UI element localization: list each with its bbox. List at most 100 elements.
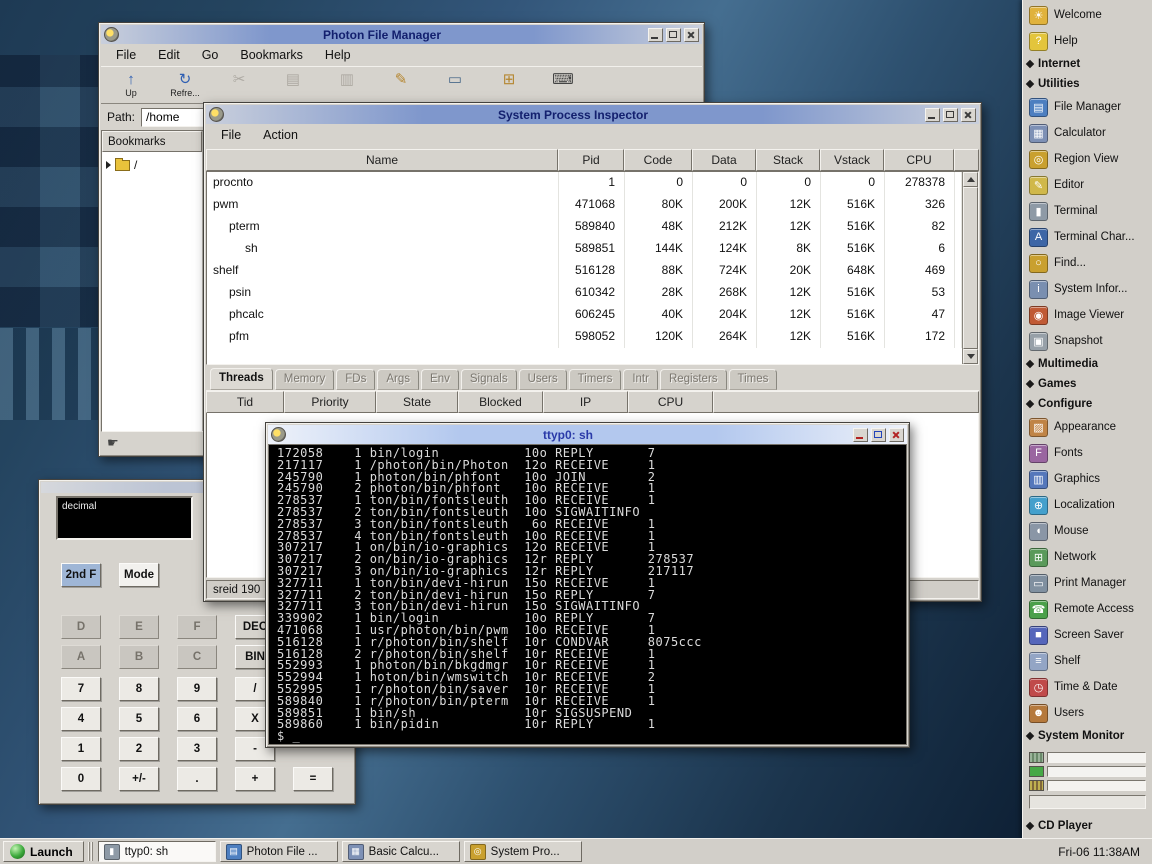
tab-memory[interactable]: Memory xyxy=(275,369,335,390)
cut-button[interactable]: ✂ xyxy=(217,68,261,102)
maximize-button[interactable] xyxy=(871,428,886,442)
calc-button-f[interactable]: F xyxy=(177,615,217,639)
calc-button-4[interactable]: 4 xyxy=(61,707,101,731)
up-button[interactable]: ↑Up xyxy=(109,68,153,102)
thread-column-header-priority[interactable]: Priority xyxy=(284,391,376,413)
refresh-button[interactable]: ↻Refre... xyxy=(163,68,207,102)
shelf-item-graphics[interactable]: ▥Graphics xyxy=(1023,466,1152,492)
menu-bookmarks[interactable]: Bookmarks xyxy=(229,46,314,64)
menu-file[interactable]: File xyxy=(105,46,147,64)
window-menu-icon[interactable] xyxy=(209,107,224,122)
menu-go[interactable]: Go xyxy=(191,46,230,64)
tab-intr[interactable]: Intr xyxy=(623,369,658,390)
shelf-item-screen-saver[interactable]: ■Screen Saver xyxy=(1023,622,1152,648)
tab-times[interactable]: Times xyxy=(729,369,778,390)
new-folder-button[interactable]: ⊞ xyxy=(487,68,531,102)
scrollbar-track[interactable] xyxy=(963,187,978,349)
process-row[interactable]: phcalc60624540K204K12K516K47 xyxy=(207,304,962,326)
task-button-system-pro[interactable]: ◎System Pro... xyxy=(464,841,582,862)
shelf-item-print-manager[interactable]: ▭Print Manager xyxy=(1023,570,1152,596)
calc-button-b[interactable]: B xyxy=(119,645,159,669)
process-row[interactable]: sh589851144K124K8K516K6 xyxy=(207,238,962,260)
process-row[interactable]: procnto10000278378 xyxy=(207,172,962,194)
tab-env[interactable]: Env xyxy=(421,369,459,390)
paste-button[interactable]: ▥ xyxy=(325,68,369,102)
thread-column-header-cpu[interactable]: CPU xyxy=(628,391,713,413)
shelf-section-games[interactable]: Games xyxy=(1023,374,1152,394)
calc-button-[interactable]: = xyxy=(293,767,333,791)
minimize-button[interactable] xyxy=(853,428,868,442)
shelf-item-system-infor[interactable]: iSystem Infor... xyxy=(1023,276,1152,302)
launch-button[interactable]: Launch xyxy=(3,841,84,862)
shelf-item-file-manager[interactable]: ▤File Manager xyxy=(1023,94,1152,120)
calc-button-e[interactable]: E xyxy=(119,615,159,639)
shelf-item-appearance[interactable]: ▨Appearance xyxy=(1023,414,1152,440)
tab-signals[interactable]: Signals xyxy=(461,369,517,390)
column-header-code[interactable]: Code xyxy=(624,149,692,171)
calc-button-1[interactable]: 1 xyxy=(61,737,101,761)
shelf-item-snapshot[interactable]: ▣Snapshot xyxy=(1023,328,1152,354)
window-menu-icon[interactable] xyxy=(271,427,286,442)
menu-edit[interactable]: Edit xyxy=(147,46,191,64)
shelf-item-shelf[interactable]: ≡Shelf xyxy=(1023,648,1152,674)
shelf-section-internet[interactable]: Internet xyxy=(1023,54,1152,74)
calc-button-5[interactable]: 5 xyxy=(119,707,159,731)
calc-button-[interactable]: + xyxy=(235,767,275,791)
shelf-item-time-date[interactable]: ◷Time & Date xyxy=(1023,674,1152,700)
process-row[interactable]: pterm58984048K212K12K516K82 xyxy=(207,216,962,238)
expander-icon[interactable] xyxy=(106,161,111,169)
thread-column-header-tid[interactable]: Tid xyxy=(206,391,284,413)
shelf-item-editor[interactable]: ✎Editor xyxy=(1023,172,1152,198)
shelf-section-cd-player[interactable]: CD Player xyxy=(1023,816,1152,836)
terminal-content[interactable]: 172058 1 bin/login 10o REPLY 7 217117 1 … xyxy=(268,444,907,745)
column-header-vstack[interactable]: Vstack xyxy=(820,149,884,171)
tab-users[interactable]: Users xyxy=(519,369,567,390)
column-header-stack[interactable]: Stack xyxy=(756,149,820,171)
shelf-item-find[interactable]: ○Find... xyxy=(1023,250,1152,276)
system-monitor-widget[interactable] xyxy=(1027,748,1148,814)
process-inspector-titlebar[interactable]: System Process Inspector xyxy=(206,105,979,124)
shelf-item-remote-access[interactable]: ☎Remote Access xyxy=(1023,596,1152,622)
shelf-item-calculator[interactable]: ▦Calculator xyxy=(1023,120,1152,146)
tab-threads[interactable]: Threads xyxy=(210,368,273,390)
thread-column-header-ip[interactable]: IP xyxy=(543,391,628,413)
maximize-button[interactable] xyxy=(943,108,958,122)
tab-fds[interactable]: FDs xyxy=(336,369,375,390)
shelf-item-terminal-char[interactable]: ATerminal Char... xyxy=(1023,224,1152,250)
scroll-down-button[interactable] xyxy=(963,349,978,364)
calc-button-7[interactable]: 7 xyxy=(61,677,101,701)
tab-registers[interactable]: Registers xyxy=(660,369,727,390)
process-row[interactable]: shelf51612888K724K20K648K469 xyxy=(207,260,962,282)
scrollbar-thumb[interactable] xyxy=(963,187,978,349)
maximize-button[interactable] xyxy=(666,28,681,42)
terminal-titlebar[interactable]: ttyp0: sh xyxy=(268,425,907,444)
shelf-item-localization[interactable]: ⊕Localization xyxy=(1023,492,1152,518)
calc-button-d[interactable]: D xyxy=(61,615,101,639)
calc-button-[interactable]: . xyxy=(177,767,217,791)
menu-help[interactable]: Help xyxy=(314,46,362,64)
process-row[interactable]: psin61034228K268K12K516K53 xyxy=(207,282,962,304)
calc-button-mode[interactable]: Mode xyxy=(119,563,159,587)
shelf-item-terminal[interactable]: ▮Terminal xyxy=(1023,198,1152,224)
taskbar-grip[interactable] xyxy=(88,842,94,861)
calc-button-2nd-f[interactable]: 2nd F xyxy=(61,563,101,587)
thread-column-header-blocked[interactable]: Blocked xyxy=(458,391,543,413)
close-button[interactable] xyxy=(684,28,699,42)
process-list-scrollbar[interactable] xyxy=(962,172,978,364)
calc-button-c[interactable]: C xyxy=(177,645,217,669)
column-header-data[interactable]: Data xyxy=(692,149,756,171)
shelf-item-help[interactable]: ?Help xyxy=(1023,28,1152,54)
tab-args[interactable]: Args xyxy=(377,369,419,390)
process-row[interactable]: pfm598052120K264K12K516K172 xyxy=(207,326,962,348)
shelf-section-multimedia[interactable]: Multimedia xyxy=(1023,354,1152,374)
task-button-photon-file[interactable]: ▤Photon File ... xyxy=(220,841,338,862)
shelf-item-image-viewer[interactable]: ◉Image Viewer xyxy=(1023,302,1152,328)
window-menu-icon[interactable] xyxy=(104,27,119,42)
shelf-item-mouse[interactable]: ◖Mouse xyxy=(1023,518,1152,544)
file-manager-titlebar[interactable]: Photon File Manager xyxy=(101,25,702,44)
bookmark-item[interactable]: / xyxy=(102,156,202,174)
task-button-ttyp0-sh[interactable]: ▮ttyp0: sh xyxy=(98,841,216,862)
shelf-item-region-view[interactable]: ◎Region View xyxy=(1023,146,1152,172)
calc-button-0[interactable]: 0 xyxy=(61,767,101,791)
shelf-section-system-monitor[interactable]: System Monitor xyxy=(1023,726,1152,746)
